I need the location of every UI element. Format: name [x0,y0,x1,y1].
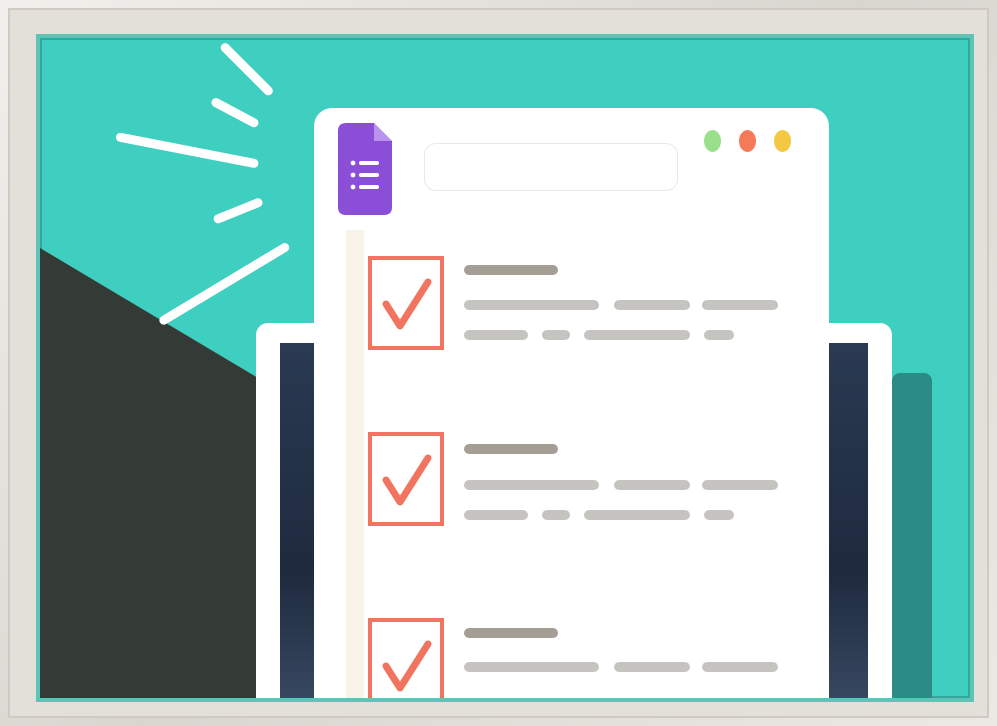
text-line-placeholder [614,662,690,672]
form-body [346,230,794,698]
text-line-placeholder [542,330,570,340]
text-line-placeholder [542,510,570,520]
checkmark-icon [382,278,432,330]
text-line-placeholder [584,510,690,520]
checkbox [368,618,444,698]
text-line-placeholder [464,300,599,310]
checkbox [368,432,444,526]
text-line-placeholder [702,480,778,490]
text-line-placeholder [464,330,528,340]
text-line-placeholder [614,300,690,310]
text-line-placeholder [614,480,690,490]
form-window [314,108,829,698]
window-dot-yellow [774,130,791,152]
picture-frame [0,0,997,726]
text-line-placeholder [464,480,599,490]
text-line-placeholder [464,510,528,520]
text-line-placeholder [584,330,690,340]
question-title-placeholder [464,444,558,454]
laptop-shadow [892,373,932,698]
checkmark-icon [382,454,432,506]
google-forms-icon [338,123,392,215]
text-line-placeholder [464,662,599,672]
window-dot-green [704,130,721,152]
checkbox [368,256,444,350]
checkmark-icon [382,640,432,692]
text-line-placeholder [704,330,734,340]
window-dot-red [739,130,756,152]
illustration-canvas [40,38,970,698]
text-line-placeholder [704,510,734,520]
question-title-placeholder [464,628,558,638]
text-line-placeholder [702,662,778,672]
text-line-placeholder [702,300,778,310]
question-title-placeholder [464,265,558,275]
address-bar [424,143,678,191]
form-page [364,230,794,698]
